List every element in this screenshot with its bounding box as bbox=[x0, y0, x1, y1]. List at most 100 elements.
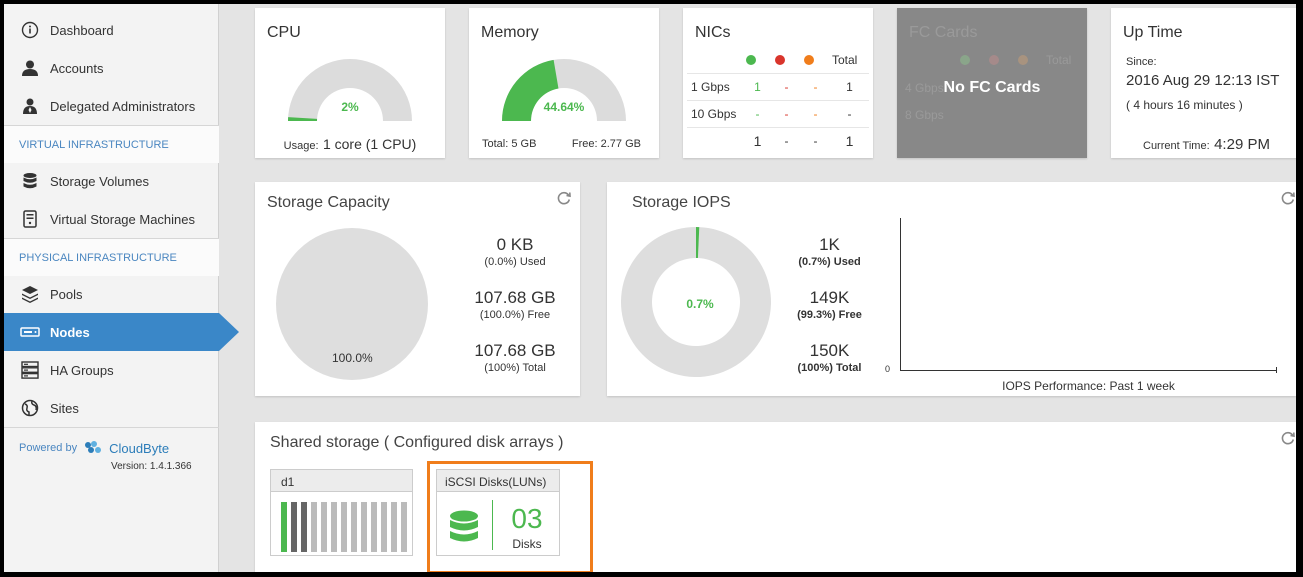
total-label: (100%) Total bbox=[484, 362, 546, 374]
used-value: 0 KB bbox=[496, 235, 534, 254]
chart-x-axis bbox=[900, 370, 1277, 371]
sidebar-item-virtual-storage-machines[interactable]: Virtual Storage Machines bbox=[4, 200, 219, 238]
active-indicator-arrow bbox=[219, 313, 239, 351]
ha-icon bbox=[20, 360, 40, 380]
used-value: 1K bbox=[819, 235, 840, 254]
cell-red: - bbox=[772, 127, 801, 155]
card-title: Storage Capacity bbox=[267, 194, 390, 211]
total-value: 150K bbox=[809, 341, 850, 360]
storage-capacity-card: Storage Capacity 100.0% 0 KB (0.0%) Used… bbox=[255, 182, 580, 396]
section-physical-infrastructure: PHYSICAL INFRASTRUCTURE bbox=[4, 238, 219, 276]
iscsi-title: iSCSI Disks(LUNs) bbox=[437, 470, 559, 492]
table-row: 1 - - 1 bbox=[687, 127, 869, 155]
free-label: (99.3%) Free bbox=[797, 309, 862, 321]
app-frame: Dashboard Accounts Delegated Administrat… bbox=[4, 4, 1296, 572]
total-label: (100%) Total bbox=[797, 362, 862, 374]
globe-icon bbox=[20, 398, 40, 418]
status-green-dot bbox=[960, 55, 970, 65]
cell-green: 1 bbox=[743, 127, 772, 155]
sidebar-item-dashboard[interactable]: Dashboard bbox=[4, 11, 219, 49]
status-orange-dot bbox=[804, 55, 814, 65]
cell-red: - bbox=[772, 73, 801, 101]
current-time-label: Current Time: bbox=[1143, 140, 1210, 152]
disk-label: Disks bbox=[512, 537, 542, 551]
current-time: Current Time: 4:29 PM bbox=[1143, 136, 1270, 154]
fc-row-label: 8 Gbps bbox=[905, 108, 944, 122]
disk-array-tile[interactable]: d1 bbox=[270, 469, 413, 556]
since-value: 2016 Aug 29 12:13 IST bbox=[1126, 72, 1280, 89]
brand-name[interactable]: CloudByte bbox=[109, 441, 169, 456]
gauge-percent-label: 44.64% bbox=[543, 100, 585, 114]
uptime-duration: ( 4 hours 16 minutes ) bbox=[1126, 98, 1243, 112]
refresh-icon[interactable] bbox=[1280, 430, 1296, 446]
donut-label: 0.7% bbox=[686, 297, 714, 311]
sidebar-item-label: Accounts bbox=[50, 60, 104, 76]
chart-caption: IOPS Performance: Past 1 week bbox=[1002, 379, 1175, 393]
used-label: (0.0%) Used bbox=[484, 256, 546, 268]
cpu-card: CPU 2% Usage: 1 core (1 CPU) bbox=[255, 8, 445, 158]
cpu-gauge bbox=[288, 58, 412, 121]
refresh-icon[interactable] bbox=[556, 190, 572, 206]
card-title: Shared storage ( Configured disk arrays … bbox=[270, 434, 564, 451]
row-label: 1 Gbps bbox=[687, 73, 743, 101]
refresh-icon[interactable] bbox=[1280, 190, 1296, 206]
gauge-percent-label: 2% bbox=[341, 100, 359, 114]
fc-cards-card: FC Cards Total 4 Gbps 8 Gbps No FC Cards bbox=[897, 8, 1087, 158]
memory-free: Free: 2.77 GB bbox=[571, 138, 641, 150]
node-icon bbox=[20, 322, 40, 342]
sidebar-item-nodes[interactable]: Nodes bbox=[4, 313, 219, 351]
sidebar-item-ha-groups[interactable]: HA Groups bbox=[4, 351, 219, 389]
table-row: 1 Gbps 1 - - 1 bbox=[687, 73, 869, 101]
sidebar-item-label: Dashboard bbox=[50, 22, 114, 38]
card-title: FC Cards bbox=[909, 24, 978, 41]
server-icon bbox=[20, 209, 40, 229]
total-value: 107.68 GB bbox=[474, 341, 556, 360]
storage-iops-card: Storage IOPS 0.7% 1K (0.7%) Used 149K (9… bbox=[607, 182, 1296, 396]
total-header: Total bbox=[1046, 53, 1072, 67]
free-value: 107.68 GB bbox=[474, 288, 556, 307]
card-title: CPU bbox=[267, 24, 301, 41]
nics-table: 1 Gbps 1 - - 1 10 Gbps - - - - 1 - - 1 bbox=[687, 73, 869, 155]
usage-value: 1 core (1 CPU) bbox=[322, 136, 417, 152]
sidebar-item-accounts[interactable]: Accounts bbox=[4, 49, 219, 87]
sidebar-item-pools[interactable]: Pools bbox=[4, 275, 219, 313]
database-icon bbox=[20, 171, 40, 191]
memory-total: Total: 5 GB bbox=[482, 138, 537, 150]
tile-divider bbox=[492, 500, 493, 550]
iscsi-disks-tile[interactable]: iSCSI Disks(LUNs) 03 Disks bbox=[436, 469, 560, 556]
chart-x-axis-tick bbox=[1276, 367, 1277, 373]
sidebar-item-label: Sites bbox=[50, 400, 79, 416]
pie-label: 100.0% bbox=[332, 351, 373, 365]
disk-slots bbox=[281, 502, 407, 552]
sidebar-item-sites[interactable]: Sites bbox=[4, 389, 219, 427]
array-name: d1 bbox=[271, 470, 412, 492]
nics-card: NICs Total 1 Gbps 1 - - 1 10 Gbps - - - … bbox=[683, 8, 873, 158]
cell-green: - bbox=[743, 100, 772, 128]
layers-icon bbox=[20, 284, 40, 304]
info-icon bbox=[20, 20, 40, 40]
sidebar-item-label: Nodes bbox=[50, 324, 90, 340]
free-label: (100.0%) Free bbox=[479, 309, 551, 321]
uptime-card: Up Time Since: 2016 Aug 29 12:13 IST ( 4… bbox=[1111, 8, 1296, 158]
sidebar-item-label: HA Groups bbox=[50, 362, 114, 378]
free-value: 149K bbox=[809, 288, 850, 307]
status-red-dot bbox=[775, 55, 785, 65]
sidebar-item-label: Virtual Storage Machines bbox=[50, 211, 196, 227]
sidebar: Dashboard Accounts Delegated Administrat… bbox=[4, 4, 239, 572]
sidebar-item-storage-volumes[interactable]: Storage Volumes bbox=[4, 162, 219, 200]
sidebar-item-label: Storage Volumes bbox=[50, 173, 150, 189]
memory-card: Memory 44.64% Total: 5 GB Free: 2.77 GB bbox=[469, 8, 659, 158]
memory-gauge bbox=[502, 58, 626, 121]
powered-by: Powered by CloudByte bbox=[19, 440, 169, 456]
card-title: Storage IOPS bbox=[632, 194, 731, 211]
section-virtual-infrastructure: VIRTUAL INFRASTRUCTURE bbox=[4, 125, 219, 163]
powered-by-label: Powered by bbox=[19, 442, 78, 454]
card-title: NICs bbox=[695, 24, 731, 41]
version-text: Version: 1.4.1.366 bbox=[111, 461, 192, 472]
row-label: 10 Gbps bbox=[687, 100, 743, 128]
sidebar-item-label: Delegated Administrators bbox=[50, 98, 196, 114]
chart-y-axis bbox=[900, 218, 901, 370]
cell-total: 1 bbox=[830, 127, 869, 155]
database-icon bbox=[449, 510, 479, 551]
sidebar-item-delegated-administrators[interactable]: Delegated Administrators bbox=[4, 87, 219, 125]
